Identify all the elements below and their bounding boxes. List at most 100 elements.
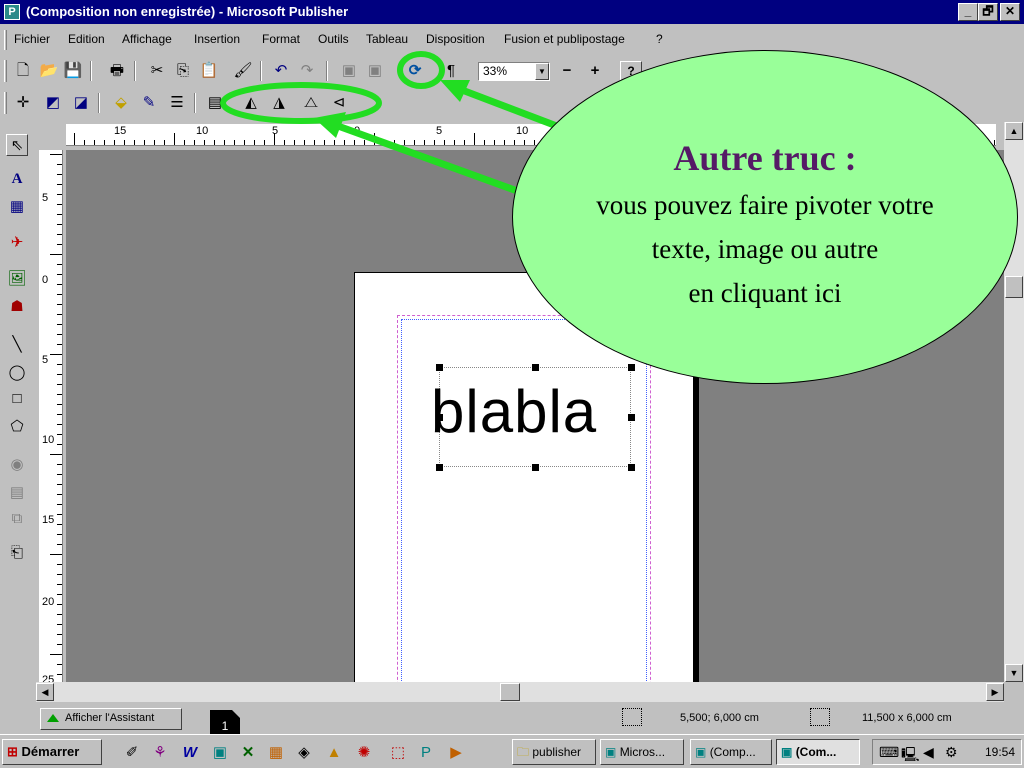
quick-launch-icon[interactable]: ✐ [122, 743, 142, 763]
rotate-left-icon[interactable]: ◭ [240, 93, 262, 113]
publisher-quick-icon[interactable]: P [416, 743, 436, 763]
zoom-out-button[interactable]: − [556, 61, 578, 81]
task-microsoft[interactable]: ▣ Micros... [600, 739, 684, 765]
redo-icon[interactable]: ↷ [296, 61, 318, 81]
undo-icon[interactable]: ↶ [270, 61, 292, 81]
quick-launch-icon[interactable]: ▦ [266, 743, 286, 763]
clip-art-tool-icon[interactable]: ☗ [6, 296, 28, 318]
line-color-icon[interactable]: ✎ [138, 93, 160, 113]
wordart-tool-icon[interactable]: ✈ [6, 232, 28, 254]
flip-vertical-icon[interactable]: ⊲ [328, 93, 350, 113]
resize-handle[interactable] [436, 464, 443, 471]
text-frame-tool-icon[interactable]: A [6, 168, 28, 190]
vertical-ruler[interactable]: 5 0 5 10 15 20 25 [36, 150, 66, 682]
frame-text[interactable]: blabla [431, 377, 597, 446]
pointer-tool-icon[interactable]: ⇖ [6, 134, 28, 156]
resize-handle[interactable] [436, 414, 443, 421]
menu-insertion[interactable]: Insertion [194, 32, 240, 46]
quick-launch-icon[interactable]: ✺ [354, 743, 374, 763]
quick-launch-icon[interactable]: ◈ [294, 743, 314, 763]
word-icon[interactable]: W [180, 743, 200, 763]
nudge-icon[interactable]: ✛ [12, 93, 34, 113]
menu-help[interactable]: ? [656, 32, 663, 46]
task-composition-active[interactable]: ▣ (Com... [776, 739, 860, 765]
shadow-icon[interactable]: ◩ [42, 93, 64, 113]
zoom-select[interactable]: 33% ▼ [478, 62, 550, 81]
scroll-thumb[interactable] [500, 683, 520, 701]
horizontal-scrollbar[interactable]: ◀ ▶ [36, 682, 1004, 702]
minimize-button[interactable]: _ [958, 3, 978, 21]
tray-icon[interactable]: 🖳 [901, 744, 920, 768]
resize-handle[interactable] [628, 464, 635, 471]
excel-icon[interactable]: ✕ [238, 743, 258, 763]
line-tool-icon[interactable]: ╲ [6, 334, 28, 356]
show-special-chars-icon[interactable]: ¶ [440, 61, 462, 81]
speaker-icon[interactable]: ◀ [923, 744, 934, 761]
custom-shapes-tool-icon[interactable]: ⬠ [6, 416, 28, 438]
outlook-icon[interactable]: ▣ [210, 743, 230, 763]
quick-launch-icon[interactable]: ⚘ [150, 743, 170, 763]
tray-icon[interactable]: ⌨ [879, 744, 899, 761]
new-document-icon[interactable]: 🗋 [12, 61, 34, 81]
menu-tableau[interactable]: Tableau [366, 32, 408, 46]
start-button[interactable]: ⊞ Démarrer [2, 739, 102, 765]
custom-rotate-icon[interactable]: ⟳ [404, 61, 426, 81]
rectangle-tool-icon[interactable]: □ [6, 388, 28, 410]
hot-spot-tool-icon[interactable]: ◉ [6, 454, 28, 476]
chevron-down-icon[interactable]: ▼ [535, 63, 549, 80]
show-assistant-button[interactable]: Afficher l'Assistant [40, 708, 182, 730]
resize-handle[interactable] [628, 364, 635, 371]
open-folder-icon[interactable]: 📂 [38, 61, 60, 81]
clock[interactable]: 19:54 [985, 745, 1015, 759]
picture-frame-tool-icon[interactable]: 🖼 [6, 268, 28, 290]
quick-launch-icon[interactable]: ▲ [324, 743, 344, 763]
bring-to-front-icon[interactable]: ▣ [338, 61, 360, 81]
menu-edition[interactable]: Edition [68, 32, 105, 46]
publisher-icon[interactable]: P [4, 4, 20, 20]
toolbar-grip[interactable] [4, 60, 7, 82]
fill-color-icon[interactable]: ⬙ [110, 93, 132, 113]
restore-button[interactable]: 🗗 [978, 3, 998, 21]
resize-handle[interactable] [532, 364, 539, 371]
task-publisher-folder[interactable]: 🗀 publisher [512, 739, 596, 765]
zoom-in-button[interactable]: + [584, 61, 606, 81]
resize-handle[interactable] [628, 414, 635, 421]
scroll-right-icon[interactable]: ▶ [986, 683, 1004, 701]
page-navigator[interactable]: 1 [210, 710, 240, 734]
cut-icon[interactable]: ✂ [146, 61, 168, 81]
save-icon[interactable]: 💾 [62, 61, 84, 81]
line-style-icon[interactable]: ☰ [166, 93, 188, 113]
menubar-grip[interactable] [4, 30, 7, 50]
powerpoint-icon[interactable]: ▶ [446, 743, 466, 763]
menu-outils[interactable]: Outils [318, 32, 349, 46]
resize-handle[interactable] [436, 364, 443, 371]
send-to-back-icon[interactable]: ▣ [364, 61, 386, 81]
format-painter-icon[interactable]: 🖌 [232, 61, 254, 81]
scroll-down-icon[interactable]: ▼ [1005, 664, 1023, 682]
menu-format[interactable]: Format [262, 32, 300, 46]
oval-tool-icon[interactable]: ◯ [6, 362, 28, 384]
rotate-right-icon[interactable]: ◮ [268, 93, 290, 113]
toolbar-grip[interactable] [4, 92, 7, 114]
table-tool-icon[interactable]: ▦ [6, 196, 28, 218]
flip-horizontal-icon[interactable]: ⧍ [300, 93, 322, 113]
design-gallery-tool-icon[interactable]: ⎗ [6, 542, 28, 564]
menu-disposition[interactable]: Disposition [426, 32, 485, 46]
menu-fusion[interactable]: Fusion et publipostage [504, 32, 625, 46]
task-composition-1[interactable]: ▣ (Comp... [690, 739, 772, 765]
menu-fichier[interactable]: Fichier [14, 32, 50, 46]
menu-affichage[interactable]: Affichage [122, 32, 172, 46]
border-art-icon[interactable]: ◪ [70, 93, 92, 113]
scroll-left-icon[interactable]: ◀ [36, 683, 54, 701]
close-button[interactable]: ✕ [1000, 3, 1020, 21]
properties-icon[interactable]: ▤ [204, 93, 226, 113]
access-icon[interactable]: ⬚ [388, 743, 408, 763]
print-icon[interactable]: 🖶 [106, 61, 128, 81]
paste-icon[interactable]: 📋 [198, 61, 220, 81]
ruler-tick [57, 374, 62, 375]
resize-handle[interactable] [532, 464, 539, 471]
copy-icon[interactable]: ⎘ [172, 61, 194, 81]
tray-icon[interactable]: ⚙ [945, 744, 958, 761]
form-control-tool-icon[interactable]: ▤ [6, 482, 28, 504]
html-fragment-tool-icon[interactable]: ⧉ [6, 508, 28, 530]
